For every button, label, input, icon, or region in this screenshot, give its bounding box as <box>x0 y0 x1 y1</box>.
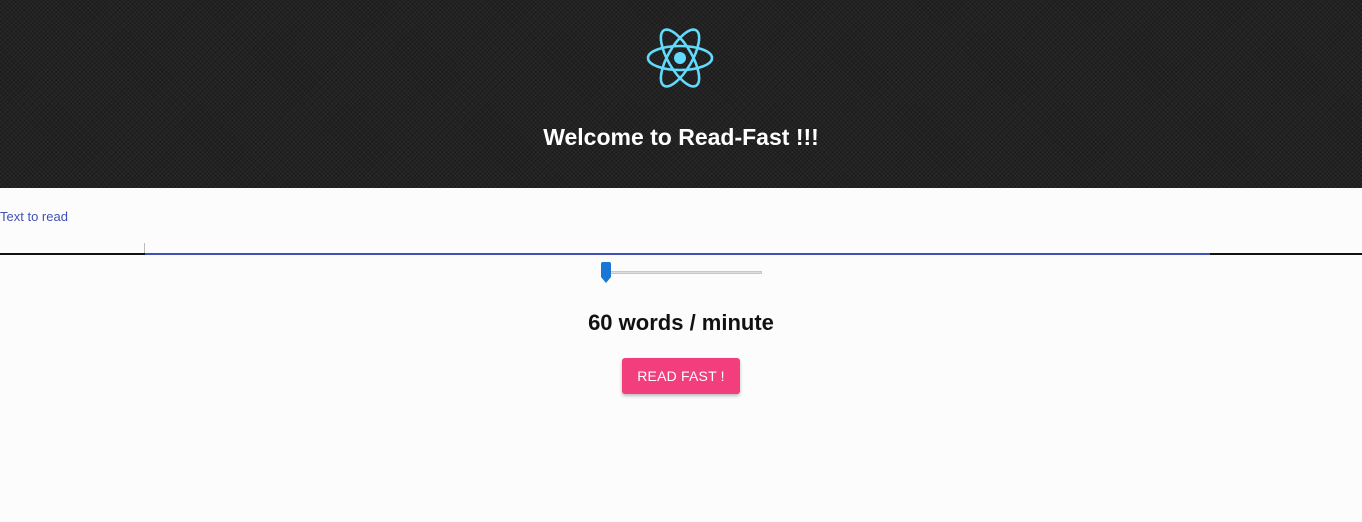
speed-slider-track[interactable] <box>608 271 762 274</box>
speed-unit: words / minute <box>618 310 774 335</box>
speed-slider[interactable] <box>600 262 764 284</box>
speed-readout: 60 words / minute <box>0 309 1362 337</box>
text-to-read-input[interactable] <box>0 228 1362 254</box>
text-cursor <box>144 243 145 253</box>
app-header: Welcome to Read-Fast !!! <box>0 0 1362 188</box>
speed-slider-thumb[interactable] <box>600 262 612 284</box>
read-fast-button[interactable]: READ FAST ! <box>622 358 740 394</box>
text-field-focus-underline <box>145 253 1210 255</box>
page-title: Welcome to Read-Fast !!! <box>543 124 819 150</box>
text-field-label: Text to read <box>0 209 68 224</box>
speed-value: 60 <box>588 310 613 335</box>
react-atom-icon <box>646 28 714 88</box>
